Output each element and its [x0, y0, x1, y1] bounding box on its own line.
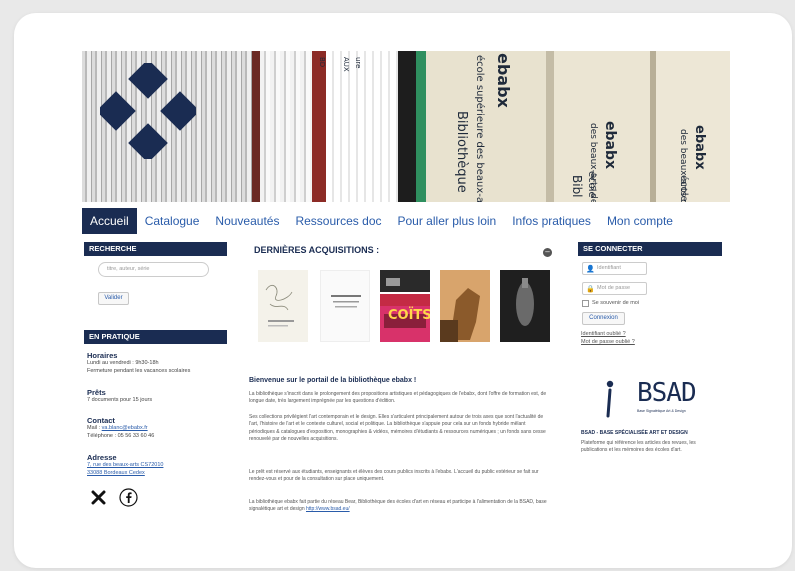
- bsad-logo-text: BSAD: [637, 378, 697, 408]
- acquisition-cover-3[interactable]: COÏTS: [380, 270, 430, 342]
- loans-block: Prêts 7 documents pour 15 jours: [87, 388, 152, 405]
- remember-checkbox[interactable]: [582, 300, 589, 307]
- ebabx-logo-icon: [100, 63, 196, 159]
- facebook-icon[interactable]: [119, 488, 138, 507]
- hours-title: Horaires: [87, 351, 118, 360]
- contact-mail-label: Mail :: [87, 425, 102, 431]
- bsad-logo[interactable]: BSAD Base Signalétique Art & Design: [603, 378, 697, 420]
- username-field[interactable]: 👤 Identifiant: [582, 262, 647, 275]
- loans-line: 7 documents pour 15 jours: [87, 397, 153, 403]
- hours-closure-line: Fermeture pendant les vacances scolaires: [87, 367, 191, 374]
- spine-text: Bibl: [570, 175, 584, 198]
- x-icon[interactable]: [91, 490, 106, 505]
- nav-mon-compte[interactable]: Mon compte: [599, 208, 681, 234]
- nav-catalogue[interactable]: Catalogue: [137, 208, 208, 234]
- login-box-title: SE CONNECTER: [578, 242, 722, 256]
- book-spines-white: [260, 51, 312, 202]
- acquisition-cover-4[interactable]: [440, 270, 490, 342]
- bsad-description: Plateforme qui référence les articles de…: [581, 440, 696, 454]
- main-nav: Accueil Catalogue Nouveautés Ressources …: [82, 208, 730, 234]
- welcome-paragraph-3: Le prêt est réservé aux étudiants, ensei…: [249, 469, 539, 483]
- spine-text: ure: [354, 57, 362, 69]
- loans-title: Prêts: [87, 388, 106, 397]
- welcome-paragraph-1: La bibliothèque s'inscrit dans le prolon…: [249, 391, 547, 405]
- acquisition-cover-2[interactable]: [320, 270, 370, 342]
- address-block: Adresse 7, rue des beaux-arts CS72010 33…: [87, 453, 163, 477]
- bsad-title: BSAD - BASE SPÉCIALISÉE ART ET DESIGN: [581, 430, 688, 436]
- bsad-mark-icon: [606, 380, 614, 418]
- practice-box-title: EN PRATIQUE: [84, 330, 227, 344]
- cover-art: [500, 270, 550, 342]
- acquisitions-title: DERNIÈRES ACQUISITIONS :: [254, 245, 380, 255]
- search-box-title: RECHERCHE: [84, 242, 227, 256]
- address-line-1[interactable]: 7, rue des beaux-arts CS72010: [87, 462, 163, 470]
- book-spine-dark: [252, 51, 260, 202]
- cover-art: [380, 270, 430, 342]
- spine-text: des beaux-arts de: [588, 123, 598, 202]
- paragraph-text: La bibliothèque ebabx fait partie du rés…: [249, 499, 547, 513]
- spine-text: BD: [318, 57, 326, 68]
- lock-icon: 🔒: [586, 286, 595, 293]
- nav-accueil[interactable]: Accueil: [82, 208, 137, 234]
- nav-nouveautes[interactable]: Nouveautés: [207, 208, 287, 234]
- header-banner: ure AUX BD Bibliothèque ebabx école supé…: [82, 51, 730, 202]
- welcome-title: Bienvenue sur le portail de la bibliothè…: [249, 377, 417, 384]
- spine-text: Bibliothèque: [454, 111, 469, 193]
- book-spines-light: [326, 51, 398, 202]
- address-title: Adresse: [87, 453, 117, 462]
- hours-line: Lundi au vendredi : 9h30-18h: [87, 360, 159, 366]
- hours-block: Horaires Lundi au vendredi : 9h30-18h Fe…: [87, 351, 190, 375]
- spine-text: ebabx: [692, 125, 707, 170]
- book-spine-beige-1: [426, 51, 546, 202]
- spine-text: des beaux-arts d: [678, 129, 688, 202]
- welcome-paragraph-2: Ses collections privilégient l'art conte…: [249, 414, 546, 443]
- acquisition-cover-5[interactable]: [500, 270, 550, 342]
- collapse-icon[interactable]: –: [543, 248, 552, 257]
- cover-art: [440, 270, 490, 342]
- book-spine-black: [398, 51, 416, 202]
- spine-text: ebabx: [602, 121, 618, 170]
- contact-phone: Téléphone : 05 56 33 60 46: [87, 432, 155, 439]
- book-spine-red: [312, 51, 326, 202]
- remember-label: Se souvenir de moi: [592, 300, 640, 306]
- forgot-password-link[interactable]: Mot de passe oublié ?: [581, 339, 635, 346]
- cover-title: COÏTS: [388, 308, 430, 323]
- contact-title: Contact: [87, 416, 115, 425]
- login-button[interactable]: Connexion: [582, 312, 625, 325]
- bsad-link[interactable]: http://www.bsad.eu/: [306, 506, 350, 512]
- password-field[interactable]: 🔒 Mot de passe: [582, 282, 647, 295]
- book-spine-green: [416, 51, 426, 202]
- book-spine-gap: [546, 51, 554, 202]
- contact-block: Contact Mail : va.blanc@ebabx.fr Télépho…: [87, 416, 154, 440]
- spine-text: AUX: [342, 57, 350, 72]
- bsad-logo-subtitle: Base Signalétique Art & Design: [637, 409, 686, 413]
- forgot-id-link[interactable]: Identifiant oublié ?: [581, 331, 626, 338]
- address-line-2[interactable]: 33088 Bordeaux Cedex: [87, 470, 163, 478]
- text-cover: [331, 295, 361, 308]
- search-input[interactable]: titre, auteur, série: [98, 262, 209, 277]
- spine-text: école supérieure des beaux-arts de Borde: [474, 55, 485, 202]
- nav-infos-pratiques[interactable]: Infos pratiques: [504, 208, 599, 234]
- search-submit-button[interactable]: Valider: [98, 292, 129, 305]
- spine-text: ebabx: [494, 53, 513, 108]
- username-placeholder: Identifiant: [597, 265, 621, 271]
- contact-mail-line: Mail : va.blanc@ebabx.fr: [87, 425, 154, 433]
- password-placeholder: Mot de passe: [597, 285, 631, 291]
- nav-ressources-doc[interactable]: Ressources doc: [287, 208, 389, 234]
- nav-pour-aller-plus-loin[interactable]: Pour aller plus loin: [390, 208, 505, 234]
- user-icon: 👤: [586, 266, 595, 273]
- contact-mail-link[interactable]: va.blanc@ebabx.fr: [102, 425, 148, 431]
- welcome-paragraph-4: La bibliothèque ebabx fait partie du rés…: [249, 499, 552, 514]
- acquisition-cover-1[interactable]: [258, 270, 308, 342]
- sketch-illustration: [265, 284, 294, 327]
